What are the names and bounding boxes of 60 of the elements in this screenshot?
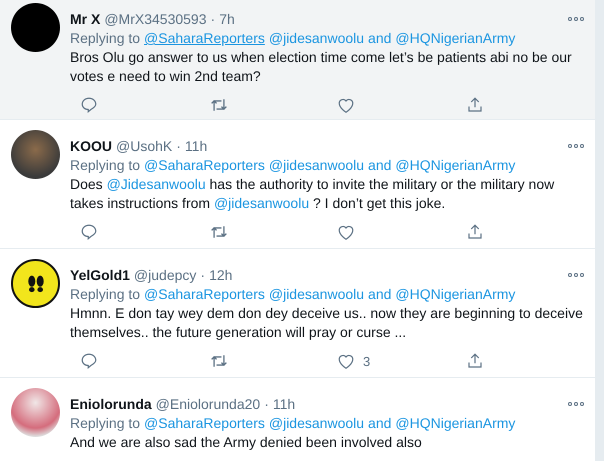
tweet-text: Bros Olu go answer to us when election time come let’s be patients abi no be our votes e need to win 2nd team? [70, 48, 573, 86]
mention-link[interactable]: and [368, 415, 392, 431]
tweet-text: Does @Jidesanwoolu has the authority to invite the military or the military now takes instructions from @jidesanwoolu ? I don’t get this joke. [70, 175, 556, 213]
like-icon[interactable] [337, 96, 355, 114]
mention-link[interactable]: and [368, 157, 392, 173]
tweet-card[interactable]: Mr X @MrX34530593 · 7h Replying to @SaharaReporters @jidesanwoolu and @HQNigerianArmy Bros Olu go answer to us when election time come let’s be patients abi no be our votes e need to win 2nd team? [0, 0, 595, 120]
mention-link[interactable]: @jidesanwoolu [268, 286, 364, 302]
mention-link[interactable]: @jidesanwoolu [268, 30, 364, 46]
like-icon[interactable] [337, 352, 355, 370]
timestamp[interactable]: 11h [184, 138, 208, 154]
user-name[interactable]: YelGold1 [70, 267, 130, 283]
replying-to-label: Replying to [70, 157, 140, 173]
reply-icon[interactable] [80, 352, 98, 370]
more-options-icon[interactable] [568, 402, 584, 406]
avatar[interactable] [11, 130, 60, 179]
mention-link[interactable]: @HQNigerianArmy [395, 30, 516, 46]
tweet-text: Hmnn. E don tay wey dem don dey deceive us.. now they are beginning to deceive themselves.. the future generation will pray or curse ... [70, 304, 584, 342]
reply-icon[interactable] [80, 96, 98, 114]
mention-link[interactable]: @HQNigerianArmy [395, 286, 516, 302]
avatar[interactable] [11, 259, 60, 308]
like-icon[interactable] [337, 224, 355, 240]
replying-to-label: Replying to [70, 415, 140, 431]
separator-dot: · [264, 396, 269, 412]
more-options-icon[interactable] [568, 273, 584, 277]
replying-to-label: Replying to [70, 30, 140, 46]
mention-link[interactable]: @SaharaReporters [144, 415, 265, 431]
avatar[interactable] [11, 3, 60, 52]
separator-dot: · [200, 267, 206, 283]
separator-dot: · [176, 138, 181, 154]
mention-link[interactable]: @Jidesanwoolu [106, 176, 206, 192]
like-count: 3 [363, 354, 370, 368]
mention-link[interactable]: @jidesanwoolu [268, 157, 364, 173]
separator-dot: · [210, 11, 216, 27]
user-handle[interactable]: @judepcy [134, 267, 196, 283]
reply-icon[interactable] [80, 223, 98, 241]
mention-link[interactable]: and [368, 30, 392, 46]
user-name[interactable]: KOOU [70, 138, 112, 154]
timestamp[interactable]: 12h [209, 267, 232, 283]
user-handle[interactable]: @UsohK [116, 138, 172, 154]
timestamp[interactable]: 7h [219, 11, 235, 27]
mention-link[interactable]: @SaharaReporters [144, 30, 265, 46]
more-options-icon[interactable] [568, 17, 584, 21]
mention-link[interactable]: @jidesanwoolu [214, 195, 310, 211]
share-icon[interactable] [466, 96, 484, 114]
mention-link[interactable]: @SaharaReporters [144, 157, 265, 173]
mention-link[interactable]: @SaharaReporters [144, 286, 265, 302]
share-icon[interactable] [466, 352, 484, 370]
user-name[interactable]: Eniolorunda [70, 396, 152, 412]
user-handle[interactable]: @MrX34530593 [104, 11, 207, 27]
more-options-icon[interactable] [568, 144, 584, 148]
timestamp[interactable]: 11h [272, 396, 296, 412]
share-icon[interactable] [466, 223, 484, 241]
mention-link[interactable]: and [368, 286, 392, 302]
replying-to-label: Replying to [70, 286, 140, 302]
mention-link[interactable]: @jidesanwoolu [268, 415, 364, 431]
user-name[interactable]: Mr X [70, 11, 100, 27]
user-handle[interactable]: @Eniolorunda20 [156, 396, 260, 412]
mention-link[interactable]: @HQNigerianArmy [395, 415, 516, 431]
mention-link[interactable]: @HQNigerianArmy [395, 157, 516, 173]
tweet-text: And we are also sad the Army denied been involved also [70, 433, 423, 452]
